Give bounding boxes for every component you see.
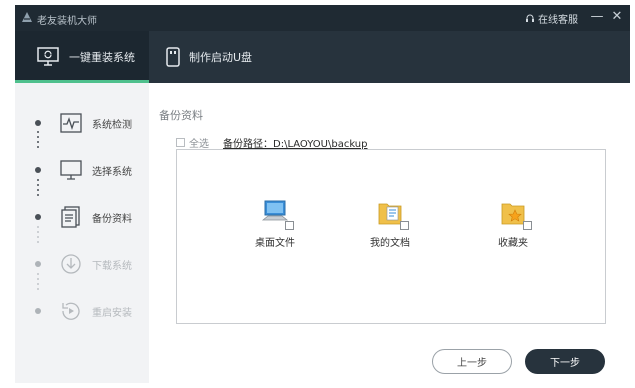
step-dot xyxy=(35,214,41,220)
previous-step-button[interactable]: 上一步 xyxy=(432,349,512,374)
select-row: 全选 备份路径：D:\LAOYOU\backup xyxy=(176,135,368,150)
select-all-checkbox[interactable] xyxy=(176,138,185,147)
app-window: 老友装机大师 在线客服 — ✕ 一键重装系统 制作启动U盘 系统检测 选择系统 … xyxy=(15,5,630,383)
backup-path-link[interactable]: 备份路径：D:\LAOYOU\backup xyxy=(223,135,368,150)
online-support-label: 在线客服 xyxy=(538,15,578,26)
document-icon xyxy=(61,206,80,228)
step-label: 系统检测 xyxy=(92,119,132,131)
step-restart-install: 重启安装 xyxy=(15,296,149,326)
title-bar: 老友装机大师 在线客服 — ✕ xyxy=(15,5,630,31)
backup-item-checkbox[interactable] xyxy=(523,221,532,230)
step-label: 重启安装 xyxy=(92,307,132,319)
step-connector xyxy=(37,273,39,293)
app-logo-icon xyxy=(22,12,32,22)
tab-one-key-reinstall-label: 一键重装系统 xyxy=(69,51,135,64)
step-dot xyxy=(35,120,41,126)
step-select-system: 选择系统 xyxy=(15,155,149,185)
next-step-button[interactable]: 下一步 xyxy=(525,349,605,374)
backup-item-label: 桌面文件 xyxy=(255,238,295,249)
step-label: 选择系统 xyxy=(92,166,132,178)
backup-item-desktop[interactable]: 桌面文件 xyxy=(235,198,315,249)
step-dot xyxy=(35,167,41,173)
backup-item-checkbox[interactable] xyxy=(285,221,294,230)
step-dot xyxy=(35,308,41,314)
monitor-refresh-icon xyxy=(37,47,59,66)
support-icon xyxy=(526,14,534,22)
step-system-check: 系统检测 xyxy=(15,108,149,138)
step-connector xyxy=(37,226,39,246)
step-connector xyxy=(37,179,39,199)
backup-item-favorites[interactable]: 收藏夹 xyxy=(473,198,553,249)
backup-item-label: 收藏夹 xyxy=(498,238,528,249)
tab-make-usb-label: 制作启动U盘 xyxy=(189,51,253,64)
download-icon xyxy=(61,254,81,274)
main-panel: 备份资料 全选 备份路径：D:\LAOYOU\backup 桌面文件 我的文档 … xyxy=(149,83,630,383)
app-title: 老友装机大师 xyxy=(37,16,97,27)
step-backup-data: 备份资料 xyxy=(15,202,149,232)
tab-bar: 一键重装系统 制作启动U盘 xyxy=(15,31,630,83)
section-title: 备份资料 xyxy=(159,109,203,122)
step-download-system: 下载系统 xyxy=(15,249,149,279)
monitor-icon xyxy=(60,160,82,180)
select-all-label[interactable]: 全选 xyxy=(189,135,209,150)
usb-drive-icon xyxy=(166,47,180,67)
online-support-link[interactable]: 在线客服 xyxy=(525,11,578,26)
step-label: 备份资料 xyxy=(92,213,132,225)
step-label: 下载系统 xyxy=(92,260,132,272)
minimize-button[interactable]: — xyxy=(588,8,606,26)
step-dot xyxy=(35,261,41,267)
steps-sidebar: 系统检测 选择系统 备份资料 下载系统 重启安装 xyxy=(15,83,149,383)
backup-item-my-documents[interactable]: 我的文档 xyxy=(350,198,430,249)
backup-item-checkbox[interactable] xyxy=(400,221,409,230)
step-connector xyxy=(37,131,39,151)
backup-items-box: 桌面文件 我的文档 收藏夹 xyxy=(176,149,606,324)
backup-item-label: 我的文档 xyxy=(370,238,410,249)
tab-one-key-reinstall[interactable]: 一键重装系统 xyxy=(15,31,149,83)
tab-make-usb[interactable]: 制作启动U盘 xyxy=(149,31,269,83)
pulse-icon xyxy=(60,113,82,133)
close-button[interactable]: ✕ xyxy=(608,8,626,26)
restart-icon xyxy=(62,302,80,320)
